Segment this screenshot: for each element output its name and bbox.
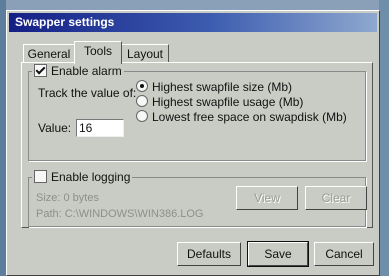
window-title: Swapper settings bbox=[15, 15, 115, 29]
tab-tools-label: Tools bbox=[83, 44, 112, 58]
enable-logging-label: Enable logging bbox=[51, 170, 131, 184]
cancel-button[interactable]: Cancel bbox=[314, 242, 374, 266]
enable-logging-checkbox[interactable]: Enable logging bbox=[32, 170, 133, 184]
log-size-text: Size: 0 bytes bbox=[36, 192, 99, 204]
view-button-label: View bbox=[254, 191, 280, 205]
tab-general[interactable]: General bbox=[23, 44, 75, 63]
tab-general-label: General bbox=[27, 47, 71, 61]
tab-layout[interactable]: Layout bbox=[121, 44, 169, 63]
tab-layout-label: Layout bbox=[126, 47, 164, 61]
desktop-strip-right bbox=[379, 0, 389, 276]
tab-tools[interactable]: Tools bbox=[74, 41, 122, 64]
title-bar: Swapper settings bbox=[9, 13, 377, 32]
radio-highest-usage[interactable]: Highest swapfile usage (Mb) bbox=[136, 95, 303, 109]
logging-checkbox-box[interactable] bbox=[34, 170, 47, 183]
enable-alarm-label: Enable alarm bbox=[51, 64, 122, 78]
settings-dialog: Swapper settings General Tools Layout En… bbox=[6, 10, 380, 276]
save-button-label: Save bbox=[264, 247, 292, 261]
radio-highest-size-label: Highest swapfile size (Mb) bbox=[152, 80, 293, 94]
radio-lowest-free[interactable]: Lowest free space on swapdisk (Mb) bbox=[136, 110, 347, 124]
radio-highest-usage-label: Highest swapfile usage (Mb) bbox=[152, 95, 304, 109]
view-button[interactable]: View bbox=[236, 186, 298, 210]
cancel-button-label: Cancel bbox=[325, 247, 363, 261]
enable-alarm-checkbox[interactable]: Enable alarm bbox=[32, 64, 124, 78]
clear-button-label: Clear bbox=[321, 191, 351, 205]
radio-lowest-free-dot[interactable] bbox=[136, 110, 148, 122]
log-path-text: Path: C:\WINDOWS\WIN386.LOG bbox=[36, 208, 204, 220]
value-label: Value: bbox=[38, 121, 72, 135]
radio-lowest-free-label: Lowest free space on swapdisk (Mb) bbox=[152, 110, 347, 124]
value-input-text: 16 bbox=[79, 121, 93, 135]
save-button[interactable]: Save bbox=[247, 241, 309, 267]
value-input[interactable]: 16 bbox=[76, 119, 124, 137]
tools-panel: Enable alarm Track the value of: Highest… bbox=[21, 62, 373, 228]
defaults-button-label: Defaults bbox=[186, 247, 232, 261]
radio-highest-usage-dot[interactable] bbox=[136, 95, 148, 107]
defaults-button[interactable]: Defaults bbox=[177, 242, 241, 266]
alarm-checkbox-box[interactable] bbox=[34, 64, 47, 77]
radio-highest-size[interactable]: Highest swapfile size (Mb) bbox=[136, 80, 292, 94]
track-label: Track the value of: bbox=[38, 86, 137, 100]
clear-button[interactable]: Clear bbox=[305, 186, 367, 210]
radio-highest-size-dot[interactable] bbox=[136, 80, 148, 92]
